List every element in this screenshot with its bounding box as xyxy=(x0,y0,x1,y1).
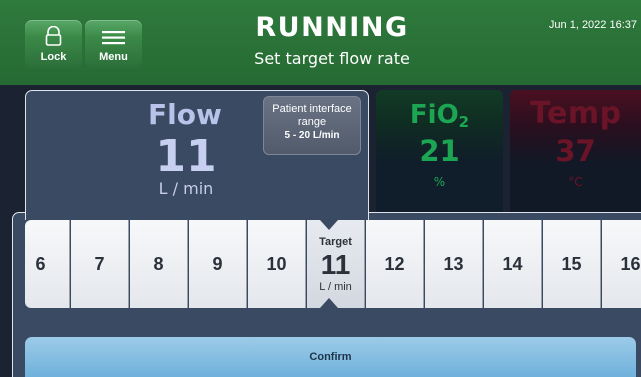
selector-top-notch xyxy=(320,220,338,230)
selector-value-cell[interactable]: 10 xyxy=(248,220,306,308)
menu-label: Menu xyxy=(99,51,128,63)
selector-value-cell[interactable]: 13 xyxy=(425,220,483,308)
header-bar: Lock Menu RUNNING Set target flow rate J… xyxy=(0,0,641,85)
menu-icon xyxy=(102,31,125,45)
selector-value-cell[interactable]: 7 xyxy=(71,220,129,308)
lock-label: Lock xyxy=(40,51,67,63)
fio2-value: 21 xyxy=(419,134,460,168)
target-value: 11 xyxy=(320,249,351,280)
fio2-unit: % xyxy=(433,175,446,189)
selector-value-cell[interactable]: 9 xyxy=(189,220,247,308)
temp-value: 37 xyxy=(555,134,596,168)
temp-title: Temp xyxy=(530,96,622,131)
flow-title: Flow xyxy=(148,98,222,131)
range-value: 5 - 20 L/min xyxy=(284,130,340,141)
selector-value-cell[interactable]: 6 xyxy=(25,220,70,308)
flow-value-selector[interactable]: 6 7 8 9 10 Target 11 L / min 12 13 14 15 16 xyxy=(25,220,641,308)
selector-value-cell[interactable]: 8 xyxy=(130,220,188,308)
target-label: Target xyxy=(319,236,352,248)
lock-button[interactable]: Lock xyxy=(25,20,82,68)
lock-icon xyxy=(45,26,62,46)
selector-bottom-notch xyxy=(320,298,338,308)
selector-value-cell[interactable]: 15 xyxy=(543,220,601,308)
status-title: RUNNING xyxy=(255,12,409,43)
status-block: RUNNING Set target flow rate xyxy=(200,12,464,70)
temp-panel[interactable]: Temp 37 °C xyxy=(510,90,641,212)
datetime: Jun 1, 2022 16:37 xyxy=(548,19,637,31)
target-unit: L / min xyxy=(319,281,352,293)
temp-unit: °C xyxy=(568,175,583,189)
flow-value: 11 xyxy=(155,131,217,182)
range-label-line2: range xyxy=(297,116,327,128)
selector-value-cell[interactable]: 12 xyxy=(366,220,424,308)
range-label-line1: Patient interface xyxy=(272,103,352,115)
confirm-button[interactable]: Confirm xyxy=(25,337,636,377)
patient-interface-range: Patient interface range 5 - 20 L/min xyxy=(263,96,361,155)
flow-panel: Flow 11 L / min Patient interface range … xyxy=(25,90,369,220)
fio2-panel[interactable]: FiO2 21 % xyxy=(376,90,503,212)
selector-value-cell[interactable]: 16 xyxy=(602,220,641,308)
flow-unit: L / min xyxy=(158,179,214,198)
selector-value-cell[interactable]: 14 xyxy=(484,220,542,308)
fio2-title: FiO2 xyxy=(409,100,470,131)
selector-target-cell[interactable]: Target 11 L / min xyxy=(307,220,365,308)
menu-button[interactable]: Menu xyxy=(85,20,142,68)
status-subtitle: Set target flow rate xyxy=(254,49,410,68)
